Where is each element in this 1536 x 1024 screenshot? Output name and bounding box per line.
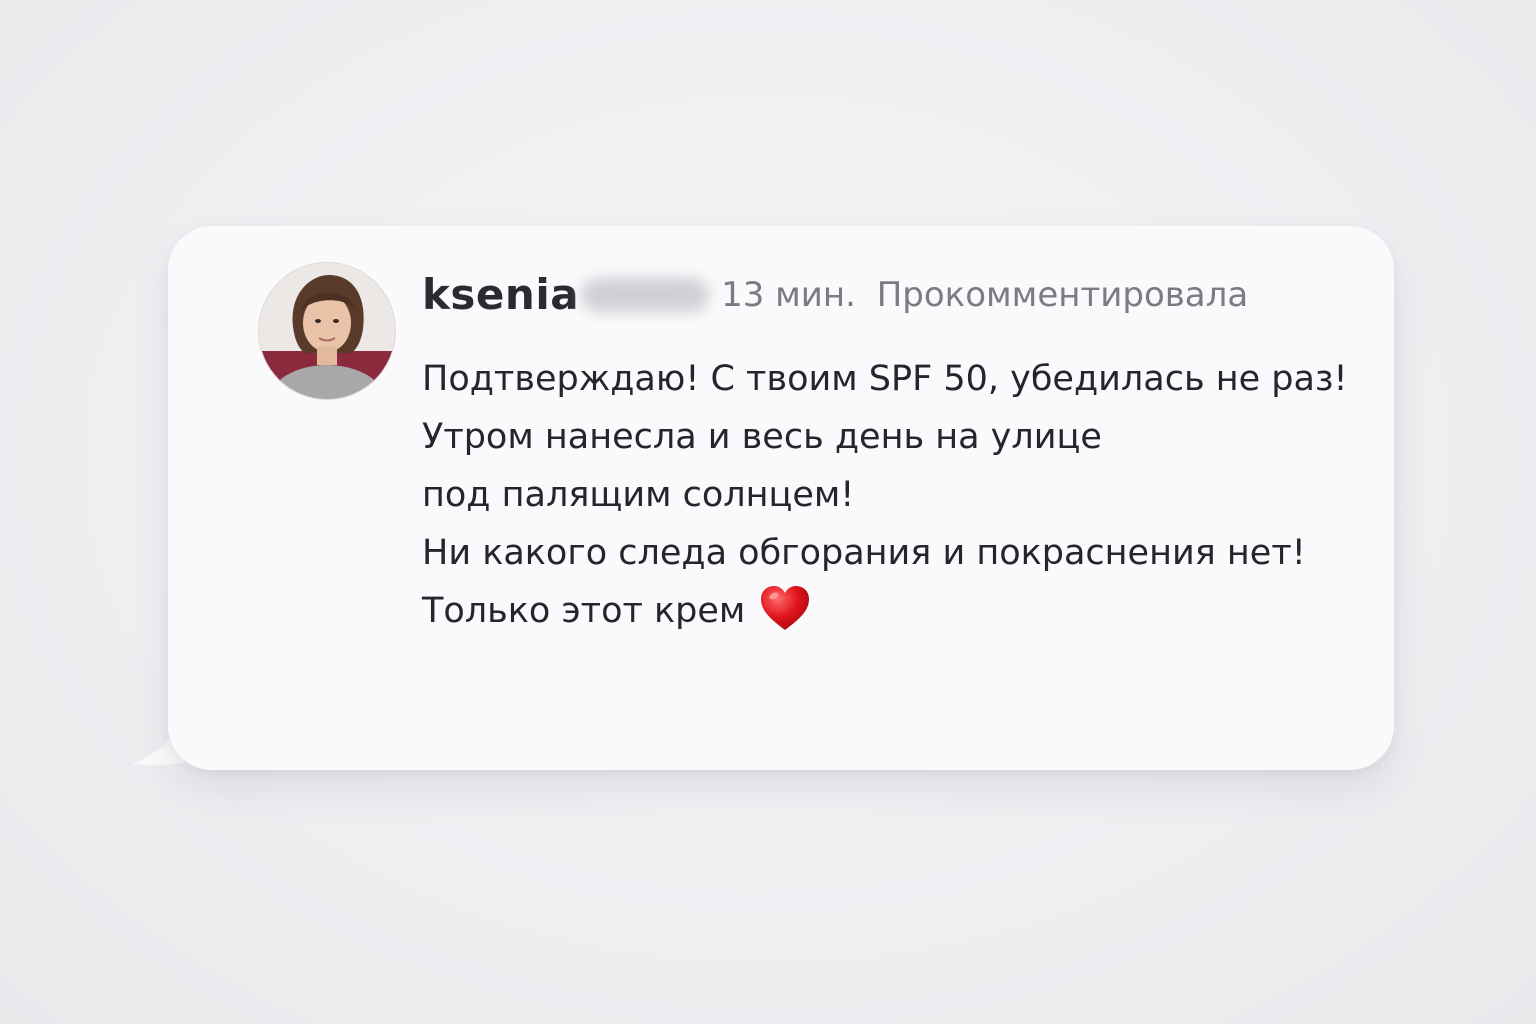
heart-icon xyxy=(761,586,810,630)
comment-meta: 13 мин. Прокомментировала xyxy=(721,275,1248,315)
comment-card: ksenia 13 мин. Прокомментировала Подтвер… xyxy=(168,226,1394,770)
action-label: Прокомментировала xyxy=(876,274,1249,315)
comment-bubble: ksenia 13 мин. Прокомментировала Подтвер… xyxy=(130,226,1394,772)
username[interactable]: ksenia xyxy=(422,270,579,319)
comment-header: ksenia 13 мин. Прокомментировала xyxy=(422,270,1248,319)
comment-line: Только этот крем xyxy=(422,591,746,631)
blurred-username-suffix xyxy=(581,277,710,312)
comment-line: под палящим солнцем! xyxy=(422,475,855,515)
comment-line: Ни какого следа обгорания и покраснения … xyxy=(422,533,1306,573)
comment-last-line: Только этот крем xyxy=(422,582,1348,640)
comment-line: Подтверждаю! С твоим SPF 50, убедилась н… xyxy=(422,359,1348,399)
comment-text: Подтверждаю! С твоим SPF 50, убедилась н… xyxy=(422,350,1348,640)
timestamp: 13 мин. xyxy=(721,274,856,315)
comment-line: Утром нанесла и весь день на улице xyxy=(422,417,1102,457)
avatar[interactable] xyxy=(258,262,396,400)
